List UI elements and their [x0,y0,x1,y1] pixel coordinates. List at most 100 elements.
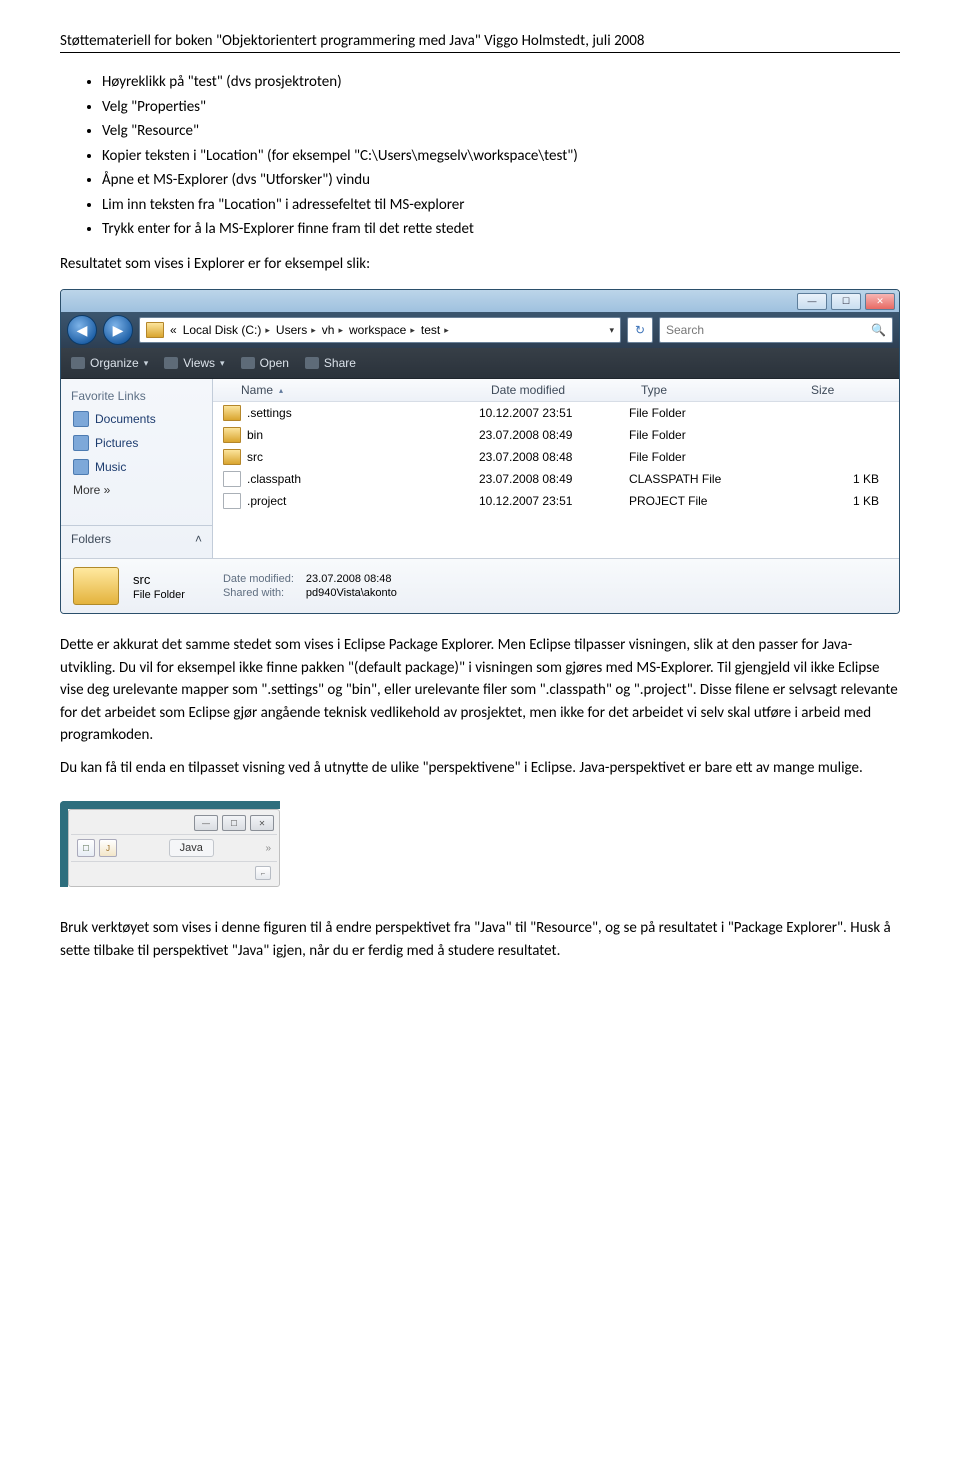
file-name: .classpath [247,472,479,486]
views-button[interactable]: Views ▾ [164,356,224,370]
detail-label: Date modified: [223,573,294,585]
sidebar-item-music[interactable]: Music [61,455,212,479]
share-icon [305,357,319,369]
file-date: 10.12.2007 23:51 [479,494,629,508]
folder-icon [223,427,241,443]
list-item: Kopier teksten i "Location" (for eksempe… [102,145,900,168]
titlebar: — ☐ ✕ [61,290,899,312]
sidebar-header: Favorite Links [61,385,212,407]
toggle-icon[interactable]: ⌐ [255,866,271,880]
toolbar-label: Views [183,356,215,370]
file-type: CLASSPATH File [629,472,799,486]
music-icon [73,459,89,475]
file-type: File Folder [629,406,799,420]
java-perspective-tab[interactable]: Java [169,839,214,857]
list-item: Velg "Resource" [102,120,900,143]
col-name[interactable]: Name [241,383,273,397]
minimize-button[interactable]: — [797,293,827,310]
open-icon [241,357,255,369]
back-button[interactable]: ◀ [67,315,97,345]
close-button[interactable]: ✕ [865,293,895,310]
list-item: Trykk enter for å la MS-Explorer finne f… [102,218,900,241]
folder-large-icon [73,567,119,605]
file-date: 10.12.2007 23:51 [479,406,629,420]
search-placeholder: Search [666,323,704,337]
instruction-list: Høyreklikk på "test" (dvs prosjektroten)… [102,71,900,241]
chevron-down-icon[interactable]: ▾ [609,325,614,336]
chevron-down-icon: ▾ [144,358,149,369]
breadcrumb-segment[interactable]: vh▸ [322,323,343,337]
file-icon [223,471,241,487]
file-size: 1 KB [799,494,899,508]
col-type[interactable]: Type [641,383,811,397]
chevron-up-icon: ˄ [195,532,202,546]
search-input[interactable]: Search 🔍 [659,317,893,343]
open-perspective-icon[interactable]: ☐ [77,839,95,857]
column-headers[interactable]: Name ▴ Date modified Type Size [213,379,899,402]
file-date: 23.07.2008 08:49 [479,472,629,486]
folder-icon [146,322,164,338]
paragraph: Du kan få til enda en tilpasset visning … [60,757,900,780]
table-row[interactable]: .settings 10.12.2007 23:51 File Folder [213,402,899,424]
file-type: File Folder [629,428,799,442]
breadcrumb-prefix: « [170,323,177,337]
maximize-button[interactable]: ☐ [222,815,246,831]
file-date: 23.07.2008 08:49 [479,428,629,442]
breadcrumb-segment[interactable]: Local Disk (C:)▸ [183,323,270,337]
file-type: PROJECT File [629,494,799,508]
maximize-button[interactable]: ☐ [831,293,861,310]
breadcrumb-segment[interactable]: Users▸ [276,323,316,337]
breadcrumb-segment[interactable]: workspace▸ [349,323,415,337]
sidebar-item-more[interactable]: More » [61,479,212,501]
sort-indicator-icon: ▴ [279,386,283,395]
sidebar-item-documents[interactable]: Documents [61,407,212,431]
toolbar-label: Organize [90,356,139,370]
file-name: .settings [247,406,479,420]
list-item: Høyreklikk på "test" (dvs prosjektroten) [102,71,900,94]
organize-button[interactable]: Organize ▾ [71,356,148,370]
documents-icon [73,411,89,427]
eclipse-perspective-capture: — ☐ ✕ ☐ J Java » ⌐ [60,801,280,887]
detail-label: Shared with: [223,587,294,599]
table-row[interactable]: .classpath 23.07.2008 08:49 CLASSPATH Fi… [213,468,899,490]
pictures-icon [73,435,89,451]
navbar: ◀ ▶ « Local Disk (C:)▸ Users▸ vh▸ worksp… [61,312,899,348]
file-pane: Name ▴ Date modified Type Size .settings … [213,379,899,558]
refresh-button[interactable]: ↻ [627,317,653,343]
sidebar: Favorite Links Documents Pictures Music … [61,379,213,558]
table-row[interactable]: src 23.07.2008 08:48 File Folder [213,446,899,468]
detail-name: src [133,572,185,587]
organize-icon [71,357,85,369]
sidebar-item-pictures[interactable]: Pictures [61,431,212,455]
minimize-button[interactable]: — [194,815,218,831]
forward-button[interactable]: ▶ [103,315,133,345]
details-pane: src File Folder Date modified: 23.07.200… [61,558,899,613]
table-row[interactable]: .project 10.12.2007 23:51 PROJECT File 1… [213,490,899,512]
share-button[interactable]: Share [305,356,356,370]
file-type: File Folder [629,450,799,464]
col-date-modified[interactable]: Date modified [491,383,641,397]
file-name: src [247,450,479,464]
open-button[interactable]: Open [241,356,289,370]
page-header: Støttemateriell for boken "Objektoriente… [60,32,900,53]
list-item: Velg "Properties" [102,96,900,119]
detail-dm: 23.07.2008 08:48 [306,573,397,585]
table-row[interactable]: bin 23.07.2008 08:49 File Folder [213,424,899,446]
java-perspective-icon[interactable]: J [99,839,117,857]
overflow-icon[interactable]: » [265,843,271,854]
breadcrumb[interactable]: « Local Disk (C:)▸ Users▸ vh▸ workspace▸… [139,317,621,343]
toolbar: Organize ▾ Views ▾ Open Share [61,348,899,379]
toolbar-label: Open [260,356,289,370]
sidebar-folders[interactable]: Folders ˄ [61,525,212,552]
close-button[interactable]: ✕ [250,815,274,831]
paragraph: Bruk verktøyet som vises i denne figuren… [60,917,900,962]
breadcrumb-segment[interactable]: test▸ [421,323,449,337]
col-size[interactable]: Size [811,383,891,397]
chevron-down-icon: ▾ [220,358,225,369]
toolbar-label: Share [324,356,356,370]
file-name: .project [247,494,479,508]
file-name: bin [247,428,479,442]
paragraph: Resultatet som vises i Explorer er for e… [60,253,900,276]
search-icon: 🔍 [871,323,886,337]
detail-shared: pd940Vista\akonto [306,587,397,599]
